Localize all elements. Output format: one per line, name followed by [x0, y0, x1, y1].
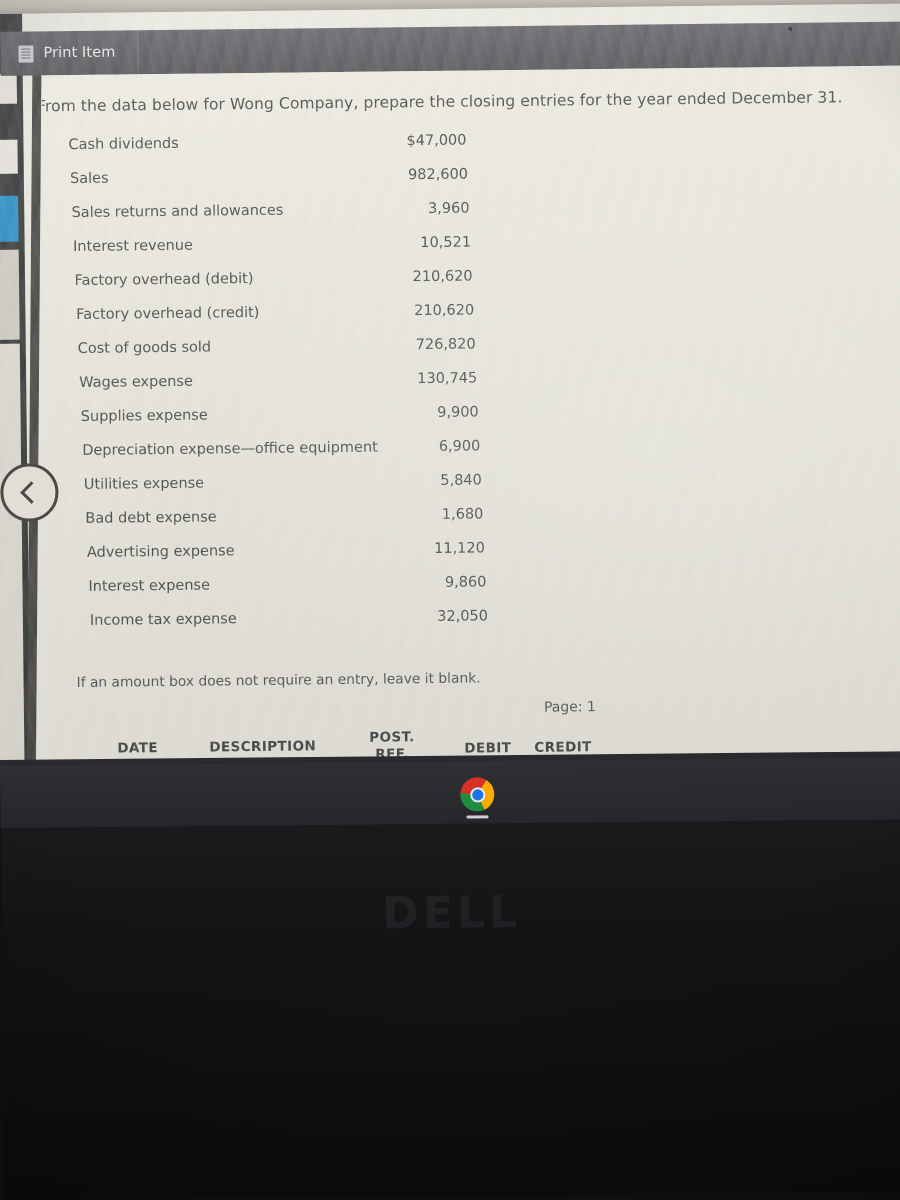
- data-row-label: Bad debt expense: [85, 509, 217, 527]
- data-row-label: Wages expense: [79, 373, 193, 391]
- column-header-date: DATE: [117, 740, 159, 757]
- post-ref-line-1: POST.: [369, 729, 415, 746]
- print-item-label: Print Item: [43, 44, 116, 62]
- data-row-amount: 6,900: [438, 438, 481, 455]
- data-row: Interest expense 9,860: [47, 574, 486, 614]
- document-list-icon: [18, 44, 34, 63]
- data-row: Bad debt expense 1,680: [47, 506, 483, 546]
- sidebar-highlight-block[interactable]: [0, 195, 19, 242]
- data-row-amount: 32,050: [437, 608, 489, 625]
- data-row-amount: 130,745: [417, 370, 478, 388]
- data-row-amount: 210,620: [412, 268, 473, 286]
- data-row: Advertising expense 11,120: [47, 540, 485, 580]
- data-row-label: Supplies expense: [80, 407, 208, 425]
- chrome-fragment-segment: [0, 73, 18, 104]
- dell-brand-logo: DELL: [381, 887, 522, 940]
- data-row: Income tax expense 32,050: [48, 608, 488, 648]
- data-row-amount: $47,000: [406, 132, 467, 150]
- chrome-browser-icon[interactable]: [460, 777, 495, 812]
- data-row: Depreciation expense—office equipment 6,9…: [46, 438, 480, 478]
- data-row-amount: 210,620: [414, 302, 475, 320]
- question-prompt: From the data below for Wong Company, pr…: [41, 88, 843, 116]
- data-row-label: Utilities expense: [83, 475, 205, 493]
- chrome-icon-center: [469, 786, 485, 802]
- data-row-label: Depreciation expense—office equipment: [82, 439, 378, 459]
- laptop-screen-photograph: Print Item From the data below for Wong …: [0, 0, 900, 1200]
- print-item-button[interactable]: Print Item: [0, 30, 139, 76]
- data-row: Factory overhead (debit) 210,620: [44, 268, 473, 308]
- trial-balance-data-list: Cash dividends $47,000 Sales 982,600 Sales r…: [42, 133, 488, 648]
- question-content-page: From the data below for Wong Company, pr…: [41, 65, 900, 774]
- data-row-amount: 9,900: [437, 404, 479, 421]
- data-row: Sales returns and allowances 3,960: [43, 201, 469, 240]
- data-row: Wages expense 130,745: [45, 370, 477, 410]
- data-row-label: Cash dividends: [68, 135, 179, 154]
- data-row-label: Interest expense: [88, 577, 211, 595]
- chevron-left-icon: [20, 481, 43, 504]
- data-row-label: Income tax expense: [89, 611, 237, 629]
- data-row: Sales 982,600: [43, 167, 468, 206]
- chrome-fragment-segment: [0, 139, 18, 174]
- data-row-label: Sales: [69, 170, 109, 188]
- amount-box-instruction: If an amount box does not require an ent…: [76, 670, 481, 692]
- data-row-amount: 1,680: [441, 506, 484, 523]
- chrome-fragment-segment: [0, 249, 20, 340]
- data-row-amount: 10,521: [420, 234, 472, 252]
- data-row: Factory overhead (credit) 210,620: [44, 302, 474, 342]
- column-header-description: DESCRIPTION: [209, 738, 317, 756]
- data-row-label: Sales returns and allowances: [71, 202, 284, 222]
- column-header-credit: CREDIT: [534, 739, 592, 756]
- laptop-display: Print Item From the data below for Wong …: [0, 3, 900, 774]
- data-row: Cost of goods sold 726,820: [45, 336, 476, 376]
- left-browser-chrome-fragment: [0, 13, 31, 774]
- chrome-fragment-segment: [0, 343, 25, 774]
- chrome-active-indicator: [466, 815, 489, 819]
- data-row-amount: 5,840: [440, 472, 482, 489]
- data-row-label: Cost of goods sold: [77, 339, 212, 357]
- column-header-debit: DEBIT: [464, 740, 512, 757]
- data-row: Supplies expense 9,900: [45, 404, 479, 444]
- data-row-label: Factory overhead (debit): [74, 270, 254, 290]
- page-indicator: Page: 1: [543, 699, 596, 716]
- data-row-amount: 3,960: [427, 200, 470, 217]
- data-row-label: Factory overhead (credit): [76, 304, 260, 323]
- vertical-divider-bar: [26, 57, 42, 774]
- os-taskbar: [0, 757, 900, 828]
- data-row-label: Advertising expense: [86, 543, 235, 561]
- webcam-notch-dot: [788, 26, 793, 31]
- data-row-label: Interest revenue: [72, 237, 194, 256]
- data-row-amount: 726,820: [415, 336, 476, 354]
- data-row: Utilities expense 5,840: [46, 472, 482, 512]
- data-row-amount: 11,120: [434, 540, 485, 557]
- data-row: Cash dividends $47,000: [42, 133, 466, 172]
- data-row: Interest revenue 10,521: [44, 235, 471, 274]
- data-row-amount: 9,860: [444, 574, 487, 591]
- data-row-amount: 982,600: [407, 166, 469, 184]
